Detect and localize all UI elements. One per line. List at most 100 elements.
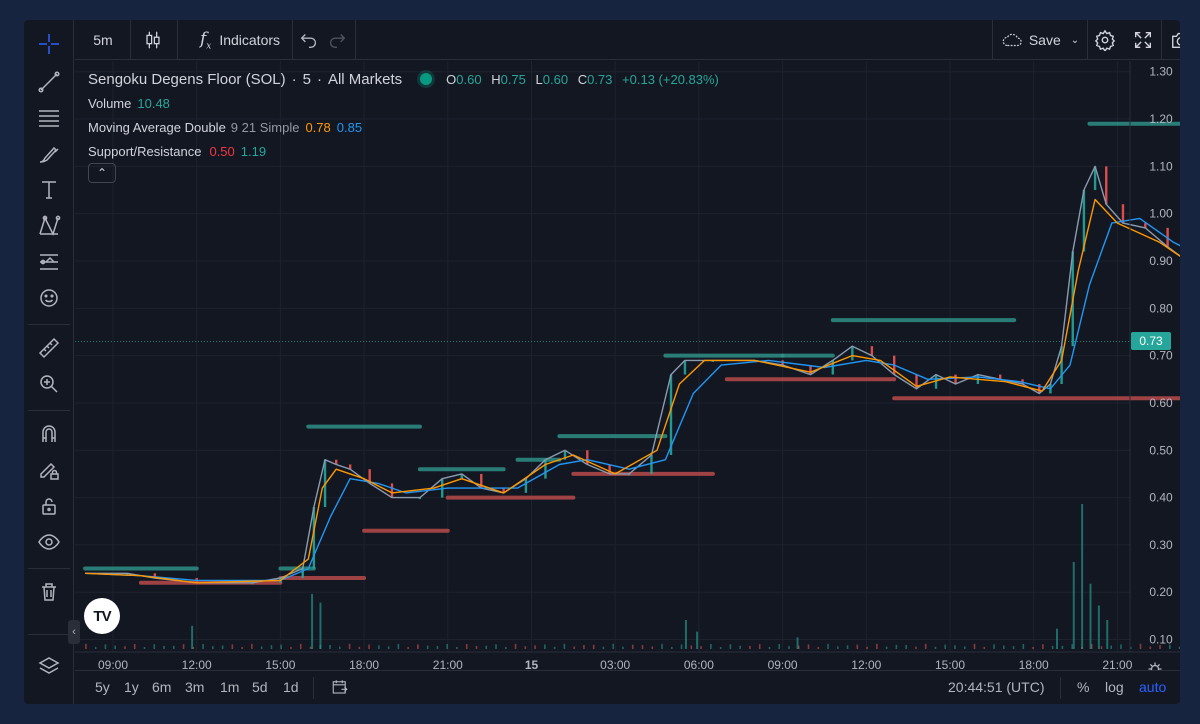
volume-bar [553,646,556,649]
volume-bar [827,643,829,649]
candle [390,483,394,498]
interval-button[interactable]: 5m [83,26,123,54]
volume-bar [212,646,214,649]
time-axis[interactable]: 09:00 12:00 15:00 18:00 21:00 15 03:00 06:00 09:… [98,658,1133,670]
layers-icon[interactable] [33,650,65,682]
volume-bar [749,645,751,649]
price-tick-label: 0.90 [1149,254,1173,268]
fib-icon[interactable] [33,102,65,134]
volume-bar [1100,646,1103,649]
text-icon[interactable] [33,174,65,206]
ohlc-values: O0.60 H0.75 L0.60 C0.73 +0.13 (+20.83%) [446,71,719,87]
legend-symbol-row: Sengoku Degens Floor (SOL) · 5 · All Mar… [88,67,725,91]
fx-icon: fx [199,28,212,52]
candle [1105,166,1108,205]
pattern-icon[interactable] [33,210,65,242]
lock-draw-icon[interactable] [33,454,65,486]
time-tick-label: 15:00 [935,658,965,670]
symbol-title[interactable]: Sengoku Degens Floor (SOL) [88,71,286,88]
symbol-market[interactable]: All Markets [328,71,402,88]
volume-bar [1110,645,1113,649]
drawing-toolbar [24,20,74,704]
volume-bar [895,644,898,649]
volume-bar [1056,628,1059,649]
price-tick-label: 0.30 [1149,538,1173,552]
volume-bar [944,644,947,649]
range-6m[interactable]: 6m [152,679,171,695]
price-axis[interactable]: 0.10 0.20 0.30 0.40 0.50 0.60 0.70 0.80 0.90 1.00… [1149,65,1173,647]
lock-icon[interactable] [33,490,65,522]
time-tick-label: 12:00 [851,658,881,670]
fullscreen-icon[interactable] [1129,26,1157,54]
volume-bar [436,646,439,649]
tradingview-logo[interactable]: TV [84,598,120,634]
volume-bar [1071,644,1073,649]
volume-bar [758,644,761,649]
save-button[interactable]: Save ⌄ [999,26,1081,54]
volume-bar [124,646,126,649]
range-5y[interactable]: 5y [95,679,110,695]
legend-ma-row[interactable]: Moving Average Double 9 21 Simple 0.78 0… [88,115,725,139]
price-tick-label: 1.00 [1149,207,1173,221]
eye-icon[interactable] [33,526,65,558]
volume-bar [1149,646,1152,649]
volume-bar [1120,644,1122,649]
volume-bar [1022,644,1025,649]
volume-bar [311,593,314,649]
volume-bar [934,646,937,649]
volume-bar [221,645,224,649]
camera-icon[interactable] [1165,26,1180,54]
legend-collapse-button[interactable]: ⌃ [88,163,116,183]
range-5d[interactable]: 5d [252,679,268,695]
auto-scale-toggle[interactable]: auto [1139,679,1166,695]
trash-icon[interactable] [33,576,65,608]
volume-bar [631,644,634,649]
volume-bar [387,646,390,649]
zoom-icon[interactable] [33,368,65,400]
legend-volume-row[interactable]: Volume 10.48 [88,91,725,115]
volume-bar [915,646,917,649]
range-3m[interactable]: 3m [185,679,204,695]
cloud-icon [1001,29,1023,51]
emoji-icon[interactable] [33,282,65,314]
candles-icon[interactable] [137,26,169,54]
redo-icon[interactable] [325,26,349,54]
toolbar-collapse-button[interactable]: ‹ [68,620,80,644]
volume-bar [954,645,956,649]
symbol-interval[interactable]: 5 [303,71,311,88]
percent-scale-toggle[interactable]: % [1077,679,1089,695]
candle [870,346,874,356]
trend-line-icon[interactable] [33,66,65,98]
range-1d[interactable]: 1d [283,679,299,695]
volume-bar [319,602,322,649]
date-range-icon[interactable] [331,678,349,699]
volume-bar [846,645,849,649]
axis-settings-icon[interactable] [1148,662,1162,671]
volume-bar [417,644,419,649]
ruler-icon[interactable] [33,332,65,364]
crosshair-icon[interactable] [33,28,65,60]
indicators-button[interactable]: fx Indicators [185,26,295,54]
candle [851,346,854,361]
volume-bar [1072,562,1075,649]
range-1y[interactable]: 1y [124,679,139,695]
undo-icon[interactable] [297,26,321,54]
log-scale-toggle[interactable]: log [1105,679,1124,695]
magnet-icon[interactable] [33,418,65,450]
volume-bar [641,645,644,649]
volume-bar [407,646,409,649]
time-tick-label: 15:00 [265,658,295,670]
brush-icon[interactable] [33,138,65,170]
legend-sr-row[interactable]: Support/Resistance 0.50 1.19 [88,139,725,163]
candle [650,455,653,474]
volume-bar [885,646,888,649]
prediction-icon[interactable] [33,246,65,278]
time-tick-label: 09:00 [98,658,128,670]
volume-bar [309,646,312,649]
range-1m[interactable]: 1m [220,679,239,695]
clock[interactable]: 20:44:51 (UTC) [948,679,1044,695]
volume-bars [85,504,1180,649]
settings-icon[interactable] [1091,26,1119,54]
volume-bar [1139,643,1142,649]
volume-bar [563,643,566,649]
